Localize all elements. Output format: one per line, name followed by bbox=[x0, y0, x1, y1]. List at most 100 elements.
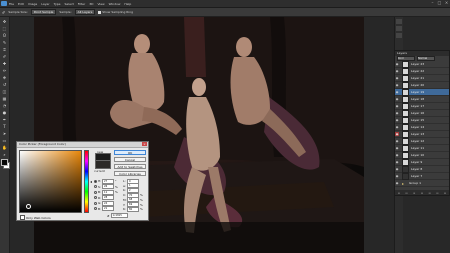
menu-type[interactable]: Type bbox=[54, 2, 61, 6]
layer-row[interactable]: ◉ Layer 7 bbox=[395, 172, 449, 180]
pen-tool-icon[interactable]: ✒ bbox=[1, 116, 8, 122]
type-tool-icon[interactable]: T bbox=[1, 123, 8, 129]
move-tool-icon[interactable]: ✥ bbox=[1, 18, 8, 24]
menu-layer[interactable]: Layer bbox=[41, 2, 49, 6]
folder-icon[interactable]: ▫ bbox=[429, 191, 431, 195]
new-layer-icon[interactable]: ▫ bbox=[436, 191, 438, 195]
visibility-eye-icon[interactable]: ◉ bbox=[395, 83, 399, 87]
menu-window[interactable]: Window bbox=[109, 2, 121, 6]
shape-tool-icon[interactable]: ▭ bbox=[1, 137, 8, 143]
menu-edit[interactable]: Edit bbox=[18, 2, 24, 6]
color-mode-radio[interactable] bbox=[94, 179, 97, 183]
quick-select-tool-icon[interactable]: ✎ bbox=[1, 39, 8, 45]
color-libraries-button[interactable]: Color Libraries bbox=[114, 171, 146, 176]
blur-tool-icon[interactable]: ◔ bbox=[1, 102, 8, 108]
menu-select[interactable]: Select bbox=[65, 2, 74, 6]
color-value-input[interactable]: 27 bbox=[102, 178, 114, 184]
minimize-icon[interactable]: – bbox=[430, 1, 435, 5]
foreground-color-swatch[interactable] bbox=[1, 159, 8, 166]
menu-view[interactable]: View bbox=[97, 2, 104, 6]
color-value-input[interactable]: 80 bbox=[127, 206, 139, 212]
hue-slider-arrow-icon[interactable]: ◂ bbox=[90, 180, 92, 184]
only-web-colors-checkbox[interactable] bbox=[20, 215, 25, 220]
color-mode-radio[interactable] bbox=[94, 196, 97, 199]
color-value-input[interactable]: 11 bbox=[102, 189, 114, 195]
menu-filter[interactable]: Filter bbox=[78, 2, 85, 6]
panel-toggle-button[interactable] bbox=[396, 19, 402, 24]
visibility-eye-icon[interactable]: ◉ bbox=[395, 118, 399, 122]
zoom-tool-icon[interactable]: ⌕ bbox=[1, 151, 8, 157]
visibility-eye-icon[interactable]: ◉ bbox=[395, 181, 399, 185]
hue-slider[interactable] bbox=[84, 150, 89, 213]
eraser-tool-icon[interactable]: ◫ bbox=[1, 88, 8, 94]
visibility-eye-icon[interactable]: ◉ bbox=[395, 104, 399, 108]
color-value-row: H: 27 ° bbox=[94, 178, 118, 184]
hex-input[interactable]: 1c1815 bbox=[110, 213, 128, 218]
visibility-eye-icon[interactable]: ◉ bbox=[395, 90, 399, 94]
panel-toggle-button[interactable] bbox=[396, 33, 402, 38]
mask-icon[interactable]: ▫ bbox=[413, 191, 415, 195]
visibility-eye-icon[interactable]: ◉ bbox=[395, 160, 399, 164]
visibility-eye-icon[interactable]: ◉ bbox=[395, 139, 399, 143]
fx-icon[interactable]: ▫ bbox=[406, 191, 408, 195]
path-select-tool-icon[interactable]: ➤ bbox=[1, 130, 8, 136]
blend-mode-dropdown[interactable]: Normal bbox=[417, 56, 435, 61]
visibility-eye-icon[interactable]: ◉ bbox=[395, 146, 399, 150]
stamp-tool-icon[interactable]: ⎈ bbox=[1, 74, 8, 80]
color-mode-radio[interactable] bbox=[94, 185, 97, 188]
color-mode-radio[interactable] bbox=[94, 207, 97, 210]
close-icon[interactable]: × bbox=[444, 1, 449, 5]
visibility-eye-icon[interactable]: ◉ bbox=[395, 62, 399, 66]
close-icon[interactable]: × bbox=[142, 142, 147, 146]
lasso-tool-icon[interactable]: ʘ bbox=[1, 32, 8, 38]
crop-tool-icon[interactable]: ⌗ bbox=[1, 46, 8, 52]
sample-label: Sample: bbox=[59, 10, 72, 14]
visibility-eye-icon[interactable]: ◉ bbox=[395, 153, 399, 157]
ok-button[interactable]: OK bbox=[114, 150, 146, 155]
sample-size-dropdown[interactable]: Point Sample bbox=[30, 9, 57, 15]
hand-tool-icon[interactable]: ✋ bbox=[1, 144, 8, 150]
visibility-eye-icon[interactable]: ◉ bbox=[395, 97, 399, 101]
visibility-eye-icon[interactable]: ◉ bbox=[395, 125, 399, 129]
menu-image[interactable]: Image bbox=[28, 2, 37, 6]
dodge-tool-icon[interactable]: ● bbox=[1, 109, 8, 115]
color-selection-marker[interactable] bbox=[26, 204, 31, 209]
layer-name: Layer 21 bbox=[411, 76, 425, 80]
saturation-brightness-field[interactable] bbox=[19, 150, 82, 213]
sample-dropdown[interactable]: All Layers bbox=[74, 9, 96, 15]
color-value-input[interactable]: 28 bbox=[102, 195, 114, 200]
color-picker-dialog: Color Picker (Foreground Color) × ◂ new … bbox=[16, 141, 149, 221]
visibility-eye-icon[interactable]: ◉ bbox=[395, 167, 399, 171]
current-color-swatch[interactable] bbox=[95, 160, 111, 169]
show-sampling-ring-checkbox[interactable] bbox=[98, 10, 102, 14]
visibility-eye-icon[interactable]: ◉ bbox=[395, 132, 399, 136]
eyedropper-tool-icon[interactable]: ✐ bbox=[1, 53, 8, 59]
marquee-tool-icon[interactable]: ⬚ bbox=[1, 25, 8, 31]
color-value-input[interactable]: 26 bbox=[102, 184, 114, 189]
heal-tool-icon[interactable]: ✚ bbox=[1, 60, 8, 66]
layer-row[interactable]: ◉ ▸ Group 1 bbox=[395, 180, 449, 187]
color-mode-radio[interactable] bbox=[94, 201, 97, 205]
eyedropper-tool-icon[interactable]: ✐ bbox=[2, 10, 5, 15]
menu-file[interactable]: File bbox=[9, 2, 14, 6]
adjustment-icon[interactable]: ▫ bbox=[421, 191, 423, 195]
gradient-tool-icon[interactable]: ▦ bbox=[1, 95, 8, 101]
maximize-icon[interactable]: □ bbox=[437, 1, 442, 5]
color-value-input[interactable]: 21 bbox=[102, 206, 114, 211]
visibility-eye-icon[interactable]: ◉ bbox=[395, 111, 399, 115]
menu-help[interactable]: Help bbox=[124, 2, 131, 6]
link-icon[interactable]: ▫ bbox=[398, 191, 400, 195]
color-picker-titlebar[interactable]: Color Picker (Foreground Color) × bbox=[17, 142, 148, 148]
panel-toggle-button[interactable] bbox=[396, 26, 402, 31]
color-mode-radio[interactable] bbox=[94, 190, 97, 194]
add-to-swatches-button[interactable]: Add to Swatches bbox=[114, 164, 146, 169]
brush-tool-icon[interactable]: ✏ bbox=[1, 67, 8, 73]
history-brush-tool-icon[interactable]: ↺ bbox=[1, 81, 8, 87]
cancel-button[interactable]: Cancel bbox=[114, 157, 146, 162]
visibility-eye-icon[interactable]: ◉ bbox=[395, 76, 399, 80]
trash-icon[interactable]: ▫ bbox=[444, 191, 446, 195]
visibility-eye-icon[interactable]: ◉ bbox=[395, 69, 399, 73]
visibility-eye-icon[interactable]: ◉ bbox=[395, 174, 399, 178]
menu-3d[interactable]: 3D bbox=[89, 2, 93, 6]
color-value-input[interactable]: 24 bbox=[102, 200, 114, 206]
